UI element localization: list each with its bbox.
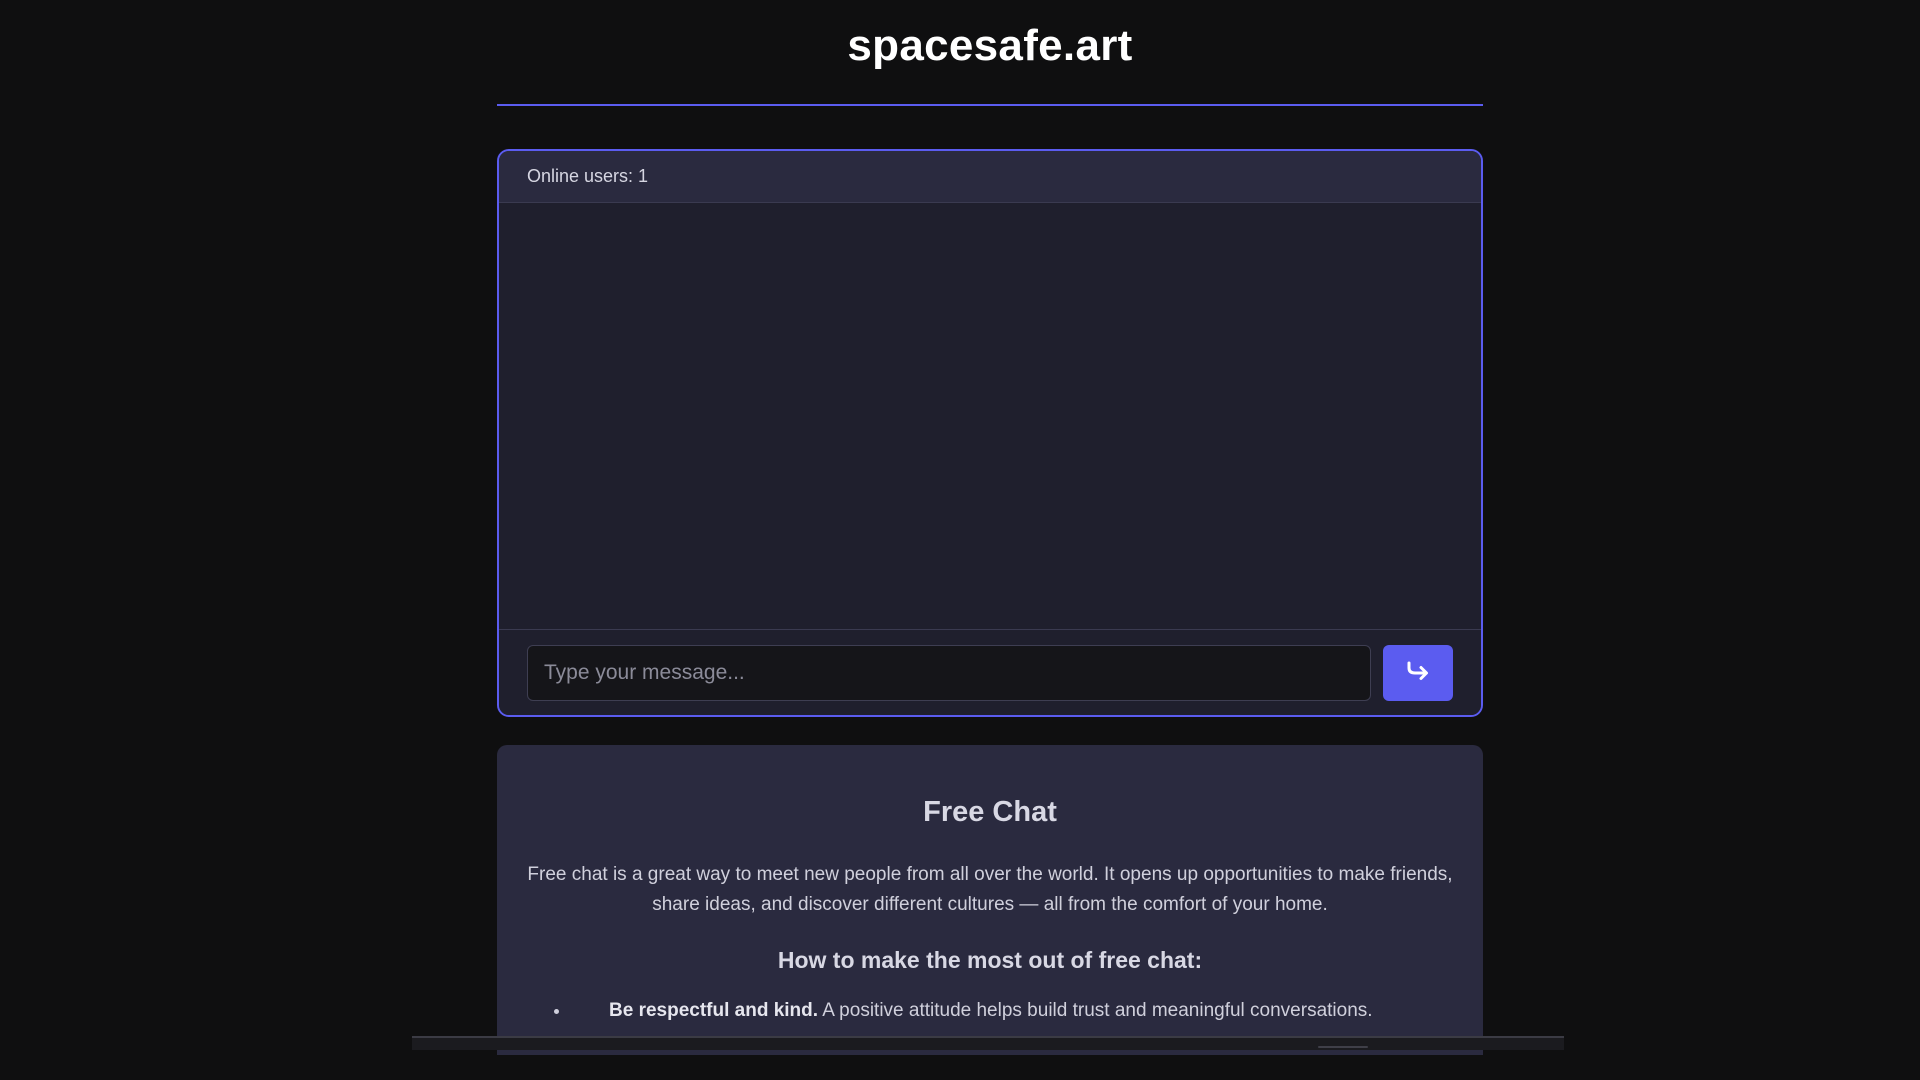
site-title[interactable]: spacesafe.art — [847, 21, 1132, 71]
list-item: Be respectful and kind. A positive attit… — [527, 998, 1453, 1025]
chat-input-row — [499, 629, 1481, 715]
info-title: Free Chat — [923, 796, 1057, 828]
tips-list: Be respectful and kind. A positive attit… — [527, 998, 1453, 1025]
horizontal-scrollbar[interactable] — [412, 1036, 1564, 1050]
bullet-icon — [554, 1008, 559, 1014]
main-container: spacesafe.art Online users: 1 Type your … — [497, 0, 1483, 1055]
message-list[interactable] — [499, 203, 1481, 629]
tip-text: A positive attitude helps build trust an… — [818, 999, 1373, 1021]
send-button[interactable] — [1383, 644, 1453, 701]
tip-bold-text: Be respectful and kind. — [609, 999, 819, 1021]
info-subtitle: How to make the most out of free chat: — [777, 946, 1203, 973]
reply-arrow-icon — [1405, 660, 1431, 685]
info-paragraph: Free chat is a great way to meet new peo… — [527, 863, 1453, 916]
chat-box: Online users: 1 — [497, 149, 1483, 717]
online-users-count: Online users: 1 — [527, 166, 649, 186]
message-input[interactable] — [527, 644, 1371, 701]
page: spacesafe.art Online users: 1 Type your … — [0, 0, 1920, 1080]
info-card: Free Chat Free chat is a great way to me… — [497, 745, 1483, 1055]
site-header: spacesafe.art — [497, 0, 1483, 106]
scrollbar-thumb[interactable] — [1318, 1046, 1368, 1048]
chat-header: Online users: 1 — [499, 151, 1481, 203]
